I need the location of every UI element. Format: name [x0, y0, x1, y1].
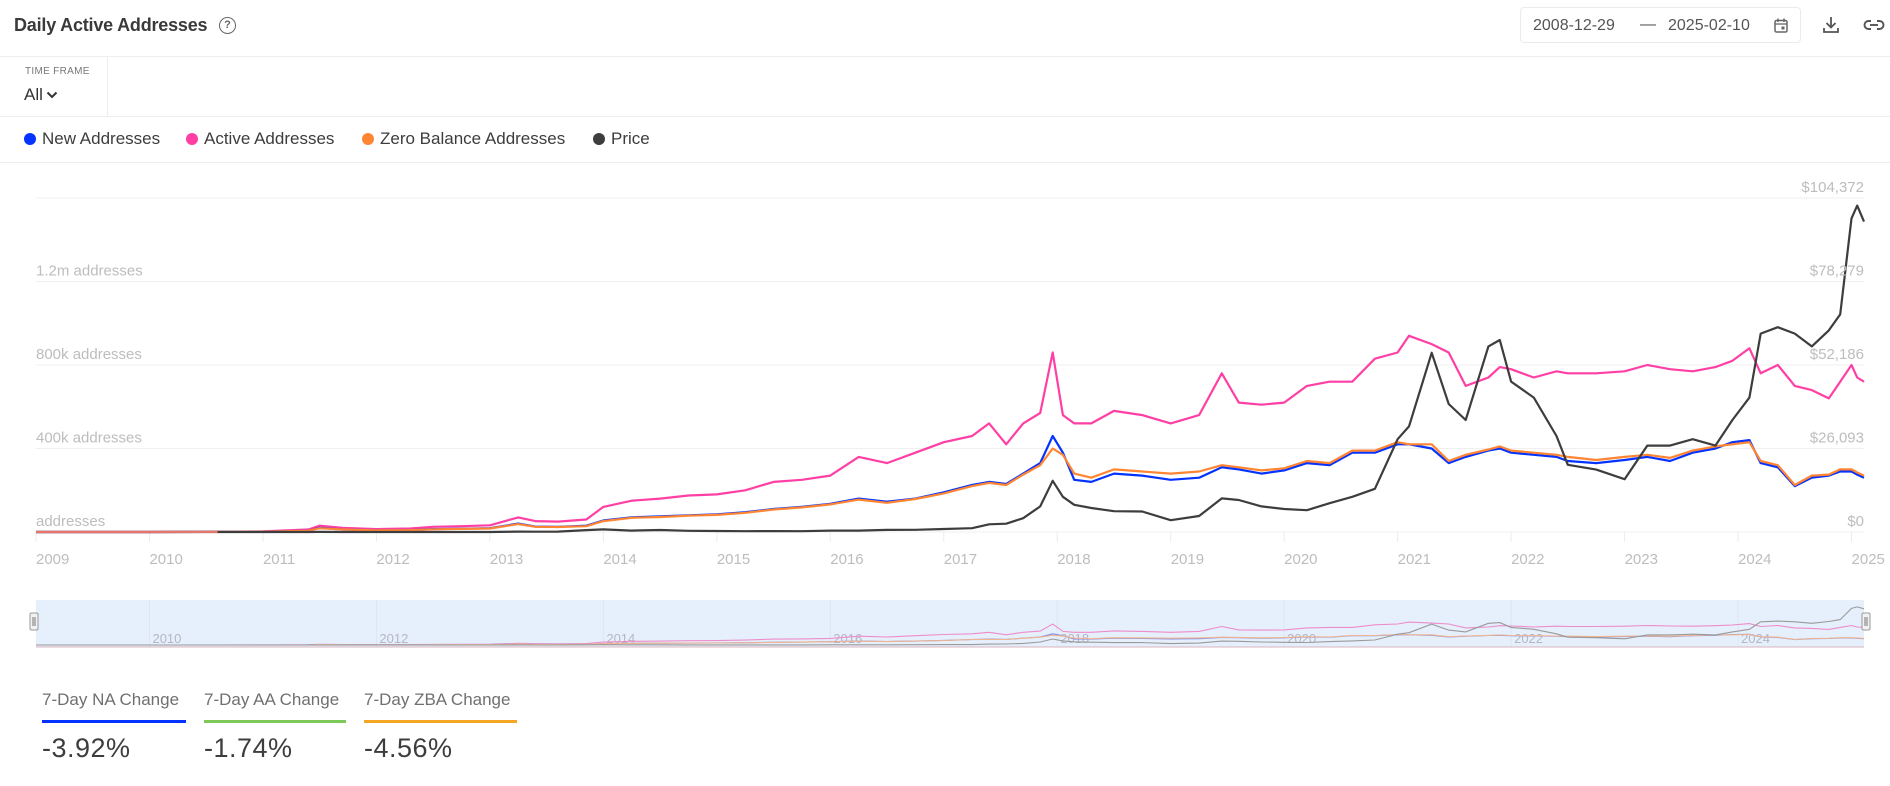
y-right-tick-label: $78,279: [1810, 263, 1864, 280]
x-tick-label: 2024: [1738, 551, 1771, 568]
x-axis: 2009 2010 2011 2012 2013 2014 2015 2016 2017 2018…: [35, 532, 1885, 568]
navigator-tick-label: 2010: [152, 631, 181, 646]
navigator-left-handle[interactable]: [29, 612, 39, 631]
x-tick-label: 2012: [376, 551, 409, 568]
date-start[interactable]: 2008-12-29: [1533, 17, 1615, 35]
x-tick-label: 2013: [490, 551, 523, 568]
range-navigator: 2010 2012 2014 2016 2018 2020 2022 2024: [29, 600, 1871, 648]
y-left-tick-label: 1.2m addresses: [36, 263, 143, 280]
series-lines: [36, 204, 1866, 534]
date-range-picker[interactable]: 2008-12-29 — 2025-02-10: [1520, 7, 1801, 43]
navigator-right-handle[interactable]: [1861, 612, 1871, 631]
x-tick-label: 2018: [1057, 551, 1090, 568]
x-tick-label: 2011: [263, 551, 295, 568]
x-tick-label: 2025: [1852, 551, 1885, 568]
x-tick-label: 2023: [1625, 551, 1658, 568]
stat-label: 7-Day ZBA Change: [364, 690, 511, 709]
link-icon[interactable]: [1863, 15, 1885, 35]
handle-grip: [1861, 612, 1871, 631]
header: Daily Active Addresses ? 2008-12-29 — 20…: [0, 0, 1890, 57]
y-right-tick-label: $52,186: [1810, 346, 1864, 363]
legend-item-active-addresses[interactable]: Active Addresses: [186, 129, 334, 149]
legend-item-price[interactable]: Price: [593, 129, 650, 149]
chart-legend: New Addresses Active Addresses Zero Bala…: [0, 117, 1890, 163]
legend-item-zero-balance-addresses[interactable]: Zero Balance Addresses: [362, 129, 565, 149]
stat-value: -3.92%: [42, 733, 131, 763]
stat-value: -1.74%: [204, 733, 293, 763]
y-right-tick-label: $26,093: [1810, 430, 1864, 447]
x-tick-label: 2021: [1398, 551, 1431, 568]
legend-label: Zero Balance Addresses: [380, 129, 566, 148]
zero-balance-addresses-line: [36, 441, 1865, 534]
stat-underline: [42, 720, 186, 723]
calendar-icon[interactable]: [1774, 18, 1788, 33]
y-left-tick-label: 400k addresses: [36, 430, 142, 447]
legend-dot-icon: [186, 133, 198, 145]
date-separator: —: [1640, 16, 1656, 33]
x-tick-label: 2022: [1511, 551, 1544, 568]
x-tick-label: 2016: [830, 551, 863, 568]
date-end[interactable]: 2025-02-10: [1668, 17, 1750, 35]
page-title: Daily Active Addresses: [14, 15, 208, 35]
time-frame-filter: TIME FRAME All: [0, 57, 108, 116]
legend-dot-icon: [362, 133, 374, 145]
new-addresses-line: [36, 434, 1865, 534]
x-tick-label: 2017: [944, 551, 977, 568]
x-tick-label: 2015: [717, 551, 750, 568]
time-frame-select[interactable]: All: [24, 85, 58, 105]
handle-grip: [29, 612, 39, 631]
price-line: [36, 204, 1866, 534]
stat-label: 7-Day NA Change: [42, 690, 180, 709]
legend-label: Price: [611, 129, 650, 148]
x-tick-label: 2019: [1171, 551, 1204, 568]
y-right-tick-label: $0: [1847, 513, 1864, 530]
navigator-tick-label: 2012: [379, 631, 408, 646]
stat-label: 7-Day AA Change: [204, 690, 340, 709]
stat-value: -4.56%: [364, 733, 453, 763]
stat-zba-change: 7-Day ZBA Change -4.56%: [364, 690, 517, 764]
stat-na-change: 7-Day NA Change -3.92%: [42, 690, 186, 764]
navigator-tick-label: 2020: [1287, 631, 1316, 646]
stat-underline: [204, 720, 346, 723]
navigator-tick-label: 2016: [833, 631, 862, 646]
y-left-tick-label: addresses: [36, 513, 105, 530]
x-tick-label: 2020: [1284, 551, 1317, 568]
time-frame-value: All: [24, 85, 43, 104]
question-circle-icon[interactable]: ?: [219, 17, 236, 34]
legend-dot-icon: [593, 133, 605, 145]
stat-aa-change: 7-Day AA Change -1.74%: [204, 690, 346, 764]
x-tick-label: 2014: [603, 551, 636, 568]
x-tick-label: 2010: [149, 551, 182, 568]
x-tick-label: 2009: [36, 551, 69, 568]
legend-dot-icon: [24, 133, 36, 145]
time-frame-label: TIME FRAME: [25, 66, 90, 77]
stat-underline: [364, 720, 517, 723]
y-right-tick-label: $104,372: [1801, 179, 1864, 196]
chart-area: 2009 2010 2011 2012 2013 2014 2015 2016 2017 2018…: [29, 179, 1885, 648]
navigator-tick-label: 2024: [1741, 631, 1770, 646]
legend-label: New Addresses: [42, 129, 161, 148]
y-left-tick-label: 800k addresses: [36, 346, 142, 363]
legend-label: Active Addresses: [204, 129, 335, 148]
chevron-down-icon: [46, 91, 58, 99]
navigator-tick-label: 2022: [1514, 631, 1543, 646]
grid-lines: [36, 197, 1864, 533]
download-icon[interactable]: [1821, 15, 1841, 35]
y-axis-left: addresses 400k addresses 800k addresses 1.2…: [36, 263, 143, 531]
filter-bar: TIME FRAME All: [0, 57, 1890, 117]
legend-item-new-addresses[interactable]: New Addresses: [24, 129, 160, 149]
